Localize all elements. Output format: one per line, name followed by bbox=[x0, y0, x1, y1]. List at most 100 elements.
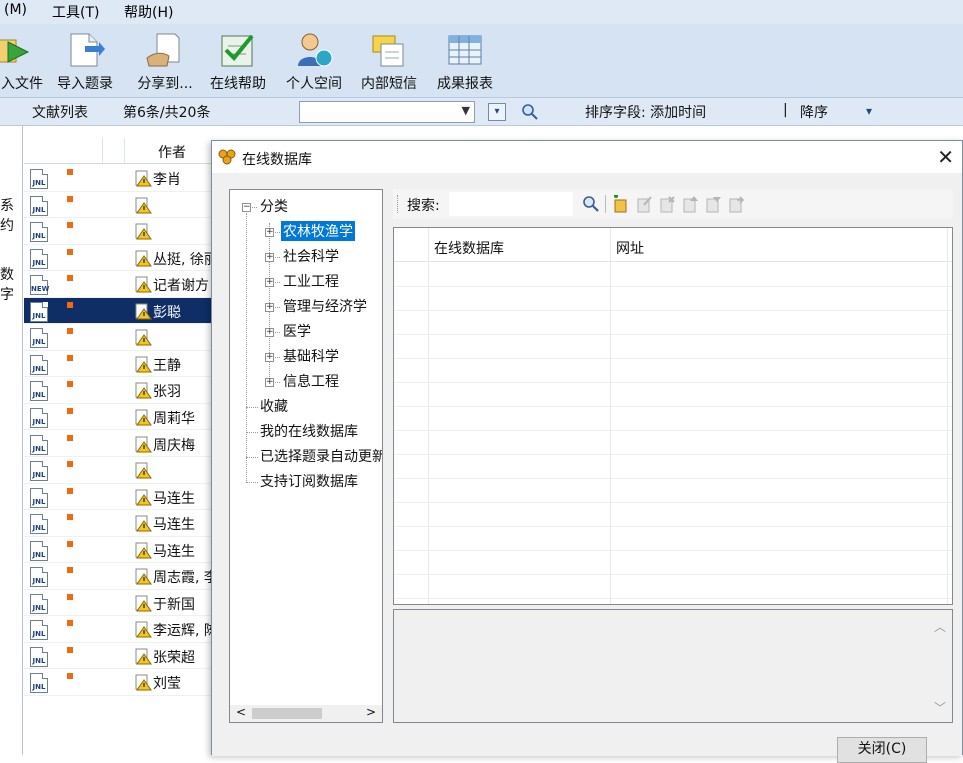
add-database-icon[interactable] bbox=[612, 195, 628, 213]
warning-icon bbox=[135, 329, 152, 346]
expand-icon[interactable]: + bbox=[265, 328, 274, 337]
category-tree[interactable]: − 分类 + 农林牧渔学 + 社会科学 + 工业工程 + 管理与经济学 + 医学 + 基础科学 + 信息工… bbox=[229, 189, 383, 723]
author-cell: 周莉华 bbox=[153, 410, 195, 427]
sort-order-label[interactable]: 降序 bbox=[800, 102, 828, 122]
author-cell: 记者谢方 bbox=[153, 278, 209, 295]
expand-icon[interactable]: + bbox=[265, 278, 274, 287]
magnifier-icon[interactable] bbox=[521, 103, 539, 121]
tree-item-category[interactable]: 社会科学 bbox=[283, 246, 339, 266]
table-row[interactable]: JNL 张荣超 bbox=[24, 643, 214, 670]
edit-database-icon[interactable] bbox=[636, 195, 652, 213]
grid-header-database[interactable]: 在线数据库 bbox=[434, 238, 504, 258]
table-row[interactable]: JNL 李运辉, 陈 bbox=[24, 616, 214, 643]
warning-icon bbox=[135, 223, 152, 240]
message-icon bbox=[372, 35, 404, 67]
status-flag-icon bbox=[67, 301, 73, 308]
personal-space-button[interactable]: 个人空间 bbox=[281, 24, 347, 98]
journal-type-icon: JNL bbox=[30, 461, 48, 482]
table-row[interactable]: JNL 李肖 bbox=[24, 165, 214, 192]
menu-item-help[interactable]: 帮助(H) bbox=[124, 2, 173, 22]
sort-order-dropdown-icon[interactable]: ▾ bbox=[866, 104, 872, 118]
table-row[interactable]: JNL 马连生 bbox=[24, 484, 214, 511]
table-row[interactable]: JNL 周志霞, 李 bbox=[24, 563, 214, 590]
database-cluster-icon bbox=[218, 149, 236, 165]
author-cell: 刘莹 bbox=[153, 676, 181, 693]
table-row[interactable]: JNL bbox=[24, 324, 214, 351]
table-row[interactable]: JNL 马连生 bbox=[24, 510, 214, 537]
table-row[interactable]: JNL 丛挺, 徐丽 bbox=[24, 245, 214, 272]
expand-icon[interactable]: + bbox=[265, 228, 274, 237]
scroll-left-icon[interactable]: < bbox=[236, 705, 246, 719]
close-icon[interactable]: ✕ bbox=[937, 145, 954, 169]
tree-item[interactable]: 我的在线数据库 bbox=[260, 421, 358, 441]
chevron-down-icon[interactable]: ▼ bbox=[462, 104, 470, 117]
database-grid[interactable]: 在线数据库 网址 bbox=[393, 227, 953, 605]
collapse-icon[interactable]: − bbox=[242, 203, 251, 212]
expand-icon[interactable]: + bbox=[265, 253, 274, 262]
scroll-down-icon[interactable]: ﹀ bbox=[934, 699, 946, 716]
internal-message-button[interactable]: 内部短信 bbox=[356, 24, 422, 98]
table-row[interactable]: JNL 张羽 bbox=[24, 377, 214, 404]
results-report-label: 成果报表 bbox=[437, 76, 493, 92]
search-input[interactable] bbox=[449, 192, 573, 216]
expand-icon[interactable]: + bbox=[265, 353, 274, 362]
tree-root-categories[interactable]: 分类 bbox=[260, 196, 288, 216]
move-up-icon[interactable] bbox=[682, 195, 698, 213]
author-cell: 马连生 bbox=[153, 543, 195, 560]
tree-item-category[interactable]: 医学 bbox=[283, 321, 311, 341]
table-row[interactable]: JNL 周莉华 bbox=[24, 404, 214, 431]
tree-item[interactable]: 支持订阅数据库 bbox=[260, 471, 358, 491]
status-flag-icon bbox=[67, 593, 73, 600]
scroll-right-icon[interactable]: > bbox=[366, 705, 376, 719]
import-document-icon bbox=[70, 33, 105, 67]
share-icon bbox=[146, 33, 180, 67]
dropdown-button-icon[interactable]: ▾ bbox=[488, 103, 506, 121]
share-to-button[interactable]: 分享到... bbox=[128, 24, 202, 98]
scroll-up-icon[interactable]: ︿ bbox=[934, 618, 946, 635]
tree-item-category[interactable]: 工业工程 bbox=[283, 271, 339, 291]
tree-item-category[interactable]: 基础科学 bbox=[283, 346, 339, 366]
expand-icon[interactable]: + bbox=[265, 378, 274, 387]
online-help-button[interactable]: 在线帮助 bbox=[205, 24, 271, 98]
author-cell: 张羽 bbox=[153, 384, 181, 401]
table-row[interactable]: JNL 马连生 bbox=[24, 537, 214, 564]
import-file-button[interactable]: 入文件 bbox=[0, 24, 44, 98]
filter-combo[interactable]: ▼ bbox=[299, 101, 475, 123]
move-down-icon[interactable] bbox=[705, 195, 721, 213]
tree-item[interactable]: 已选择题录自动更新 bbox=[260, 446, 382, 466]
menu-item-m[interactable]: (M) bbox=[4, 2, 27, 18]
results-report-button[interactable]: 成果报表 bbox=[432, 24, 498, 98]
table-row[interactable]: JNL bbox=[24, 192, 214, 219]
tree-item-category[interactable]: 信息工程 bbox=[283, 371, 339, 391]
menu-bar: (M) 工具(T) 帮助(H) bbox=[0, 0, 963, 24]
search-icon[interactable] bbox=[582, 195, 600, 213]
expand-icon[interactable]: + bbox=[265, 303, 274, 312]
tree-item-category[interactable]: 管理与经济学 bbox=[283, 296, 367, 316]
tree-horizontal-scrollbar[interactable]: < > bbox=[230, 705, 382, 722]
import-records-button[interactable]: 导入题录 bbox=[52, 24, 118, 98]
status-flag-icon bbox=[67, 248, 73, 255]
author-cell: 王静 bbox=[153, 357, 181, 374]
table-row[interactable]: JNL 彭聪 bbox=[24, 297, 214, 325]
search-toolbar: 搜索: bbox=[393, 189, 953, 219]
table-row[interactable]: JNL 刘莹 bbox=[24, 669, 214, 696]
scrollbar-thumb[interactable] bbox=[252, 708, 322, 719]
tree-item-category[interactable]: 农林牧渔学 bbox=[281, 221, 355, 241]
menu-item-tools[interactable]: 工具(T) bbox=[52, 2, 99, 22]
table-row[interactable]: JNL 于新国 bbox=[24, 590, 214, 617]
tree-item[interactable]: 收藏 bbox=[260, 396, 288, 416]
close-button[interactable]: 关闭(C) bbox=[837, 737, 927, 763]
table-row[interactable]: JNL 王静 bbox=[24, 351, 214, 378]
table-row[interactable]: NEW 记者谢方 bbox=[24, 271, 214, 298]
status-flag-icon bbox=[67, 487, 73, 494]
delete-database-icon[interactable] bbox=[659, 195, 675, 213]
table-row[interactable]: JNL bbox=[24, 218, 214, 245]
reference-list: 作者 JNL 李肖 JNL JNL JNL 丛挺, 徐丽 NEW 记者谢方 JNL 彭聪 JNL JN… bbox=[24, 126, 224, 755]
table-row[interactable]: JNL bbox=[24, 457, 214, 484]
table-row[interactable]: JNL 周庆梅 bbox=[24, 431, 214, 457]
journal-type-icon: JNL bbox=[30, 567, 48, 588]
left-panel-text: 数字 bbox=[0, 267, 14, 303]
author-column-header[interactable]: 作者 bbox=[158, 142, 186, 162]
grid-header-url[interactable]: 网址 bbox=[616, 238, 644, 258]
export-database-icon[interactable] bbox=[728, 195, 744, 213]
